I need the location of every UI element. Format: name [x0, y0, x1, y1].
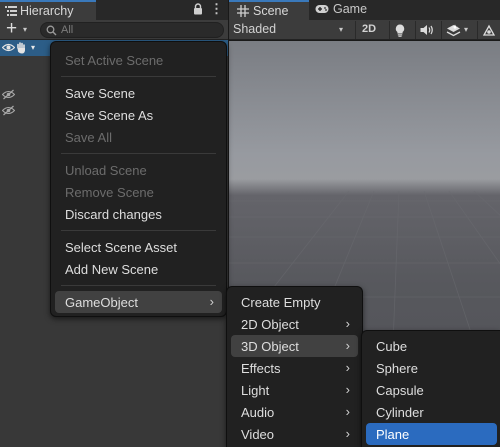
scene-tab-bar: Scene Game [229, 0, 500, 20]
tab-hierarchy[interactable]: Hierarchy [0, 0, 96, 20]
eye-icon[interactable] [2, 42, 15, 53]
2d-mode-label: 2D [362, 23, 377, 35]
menu-item-label: Save Scene As [65, 108, 154, 123]
tab-game[interactable]: Game [309, 0, 379, 20]
menu-item-light[interactable]: Light › [231, 379, 358, 401]
chevron-down-icon: ▾ [23, 25, 28, 34]
menu-item-label: Plane [376, 427, 410, 442]
menu-item-label: Create Empty [241, 295, 321, 310]
chevron-down-icon[interactable]: ▾ [31, 43, 35, 52]
menu-item-label: Sphere [376, 361, 418, 376]
tab-scene-label: Scene [253, 4, 289, 18]
menu-item-label: Cube [376, 339, 408, 354]
lighting-toggle[interactable] [389, 21, 411, 39]
chevron-right-icon: › [345, 316, 350, 331]
menu-item-effects[interactable]: Effects › [231, 357, 358, 379]
search-placeholder: All [61, 24, 74, 36]
menu-item-plane[interactable]: Plane [366, 423, 497, 445]
menu-item-label: 2D Object [241, 317, 299, 332]
eye-hidden-icon[interactable] [2, 89, 15, 100]
chevron-right-icon: › [345, 360, 350, 375]
menu-separator [61, 153, 216, 154]
menu-item-label: GameObject [65, 295, 138, 310]
3d-object-submenu: Cube Sphere Capsule Cylinder Plane [361, 330, 500, 447]
menu-separator [61, 230, 216, 231]
chevron-down-icon: ▾ [464, 25, 469, 34]
menu-item-label: 3D Object [241, 339, 299, 354]
menu-item-remove-scene[interactable]: Remove Scene [55, 181, 222, 203]
menu-item-save-all[interactable]: Save All [55, 126, 222, 148]
list-icon [5, 6, 17, 16]
menu-item-label: Save Scene [65, 86, 136, 101]
gizmo-icon [482, 24, 496, 36]
menu-item-label: Effects [241, 361, 281, 376]
menu-item-label: Add New Scene [65, 262, 159, 277]
2d-mode-button[interactable]: 2D [355, 21, 383, 39]
hierarchy-toolbar: + ▾ All [0, 18, 228, 40]
menu-item-unload-scene[interactable]: Unload Scene [55, 159, 222, 181]
audio-toggle[interactable] [415, 21, 437, 39]
menu-item-sphere[interactable]: Sphere [366, 357, 497, 379]
menu-item-add-new-scene[interactable]: Add New Scene [55, 258, 222, 280]
menu-item-set-active-scene[interactable]: Set Active Scene [55, 49, 222, 71]
plus-icon: + [6, 18, 18, 39]
menu-separator [61, 285, 216, 286]
gameobject-submenu: Create Empty 2D Object › 3D Object › Eff… [226, 286, 363, 447]
tab-game-label: Game [333, 2, 368, 16]
gizmos-toggle[interactable] [477, 21, 500, 39]
menu-item-save-scene[interactable]: Save Scene [55, 82, 222, 104]
grid-icon [237, 5, 249, 17]
search-input[interactable]: All [40, 22, 224, 38]
speaker-icon [420, 25, 433, 35]
menu-separator [61, 76, 216, 77]
menu-item-create-empty[interactable]: Create Empty [231, 291, 358, 313]
lock-icon[interactable] [193, 3, 203, 15]
menu-item-label: Audio [241, 405, 275, 420]
menu-item-label: Remove Scene [65, 185, 154, 200]
hierarchy-tab-bar: Hierarchy ⋮ [0, 0, 228, 20]
menu-item-label: Capsule [376, 383, 424, 398]
more-vertical-icon[interactable]: ⋮ [210, 1, 223, 17]
menu-item-label: Select Scene Asset [65, 240, 178, 255]
gamepad-icon [315, 5, 329, 13]
menu-item-label: Set Active Scene [65, 53, 164, 68]
scene-context-menu: Set Active Scene Save Scene Save Scene A… [50, 41, 227, 317]
menu-item-label: Unload Scene [65, 163, 147, 178]
menu-item-label: Discard changes [65, 207, 162, 222]
chevron-right-icon: › [345, 382, 350, 397]
effects-dropdown[interactable]: ▾ [441, 21, 473, 39]
menu-item-audio[interactable]: Audio › [231, 401, 358, 423]
shading-mode-dropdown[interactable]: Shaded [233, 22, 276, 36]
chevron-down-icon[interactable]: ▾ [339, 25, 343, 34]
menu-item-label: Save All [65, 130, 112, 145]
menu-item-3d-object[interactable]: 3D Object › [231, 335, 358, 357]
menu-item-video[interactable]: Video › [231, 423, 358, 445]
menu-item-gameobject[interactable]: GameObject › [55, 291, 222, 313]
menu-item-discard-changes[interactable]: Discard changes [55, 203, 222, 225]
search-icon [46, 25, 57, 36]
scene-toolbar: Shaded ▾ 2D ▾ [229, 20, 500, 40]
chevron-right-icon: › [345, 338, 350, 353]
lightbulb-icon [395, 24, 405, 37]
menu-item-label: Video [241, 427, 275, 442]
tab-hierarchy-label: Hierarchy [20, 4, 74, 18]
eye-hidden-icon[interactable] [2, 105, 15, 116]
menu-item-label: Cylinder [376, 405, 424, 420]
menu-item-capsule[interactable]: Capsule [366, 379, 497, 401]
menu-item-save-scene-as[interactable]: Save Scene As [55, 104, 222, 126]
menu-item-label: Light [241, 383, 270, 398]
add-object-button[interactable]: + ▾ [4, 18, 34, 39]
menu-item-select-scene-asset[interactable]: Select Scene Asset [55, 236, 222, 258]
chevron-right-icon: › [209, 294, 214, 309]
tab-scene[interactable]: Scene [229, 0, 309, 20]
menu-item-cube[interactable]: Cube [366, 335, 497, 357]
effects-stack-icon [446, 24, 461, 37]
menu-item-cylinder[interactable]: Cylinder [366, 401, 497, 423]
chevron-right-icon: › [345, 426, 350, 441]
chevron-right-icon: › [345, 404, 350, 419]
pick-hand-icon[interactable] [16, 42, 27, 54]
menu-item-2d-object[interactable]: 2D Object › [231, 313, 358, 335]
